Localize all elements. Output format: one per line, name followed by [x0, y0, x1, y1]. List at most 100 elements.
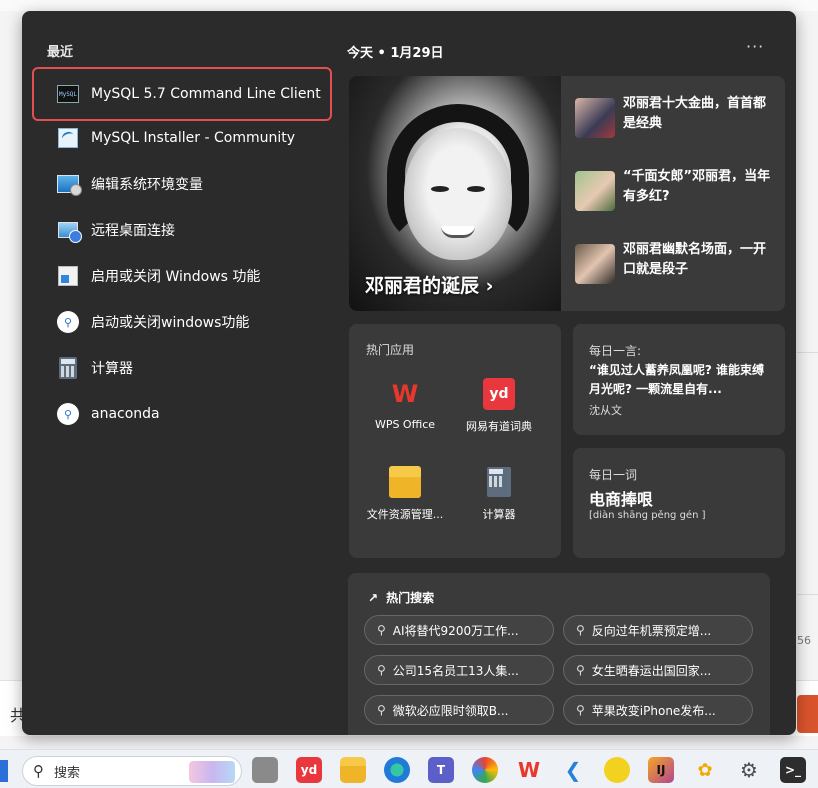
hot-search-title-label: 热门搜索	[386, 591, 435, 605]
hot-app-label: WPS Office	[374, 418, 436, 431]
recent-item-calculator[interactable]: 计算器	[47, 345, 337, 391]
background-divider	[797, 352, 818, 353]
task-view-icon[interactable]	[252, 757, 278, 783]
background-number: 56	[797, 634, 811, 647]
vscode-icon[interactable]: ❮	[560, 757, 586, 783]
news-thumbnail	[575, 98, 615, 138]
recent-item-env-variables[interactable]: 编辑系统环境变量	[47, 161, 337, 207]
news-item[interactable]: “千面女郎”邓丽君，当年有多红?	[575, 167, 775, 240]
daily-word-kicker: 每日一词	[589, 468, 638, 482]
hot-search-pill[interactable]: ⚲ 反向过年机票预定增...	[563, 615, 753, 645]
youdao-icon: yd	[483, 378, 515, 410]
hot-apps-card: 热门应用 W WPS Office yd 网易有道词典 文件资源管理... 计算…	[349, 324, 561, 558]
hot-search-pill[interactable]: ⚲ 微软必应限时领取B...	[364, 695, 554, 725]
hot-app-wps[interactable]: W WPS Office	[355, 378, 455, 431]
daily-word-text: 电商捧哏	[589, 490, 654, 509]
background-send-button[interactable]	[797, 695, 818, 733]
system-properties-icon	[57, 173, 82, 196]
recent-item-remote-desktop[interactable]: 远程桌面连接	[47, 207, 337, 253]
news-card[interactable]: 邓丽君的诞辰 › 邓丽君十大金曲，首首都是经典 “千面女郎”邓丽君，当年有多红?…	[349, 76, 785, 311]
hot-app-file-explorer[interactable]: 文件资源管理...	[355, 466, 455, 522]
search-flyout-panel: 最近 MySQL MySQL 5.7 Command Line Client M…	[22, 11, 796, 735]
hot-search-card: ↗ 热门搜索 ⚲ AI将替代9200万工作... ⚲ 反向过年机票预定增... ⚲ 公…	[348, 573, 770, 735]
taskbar-search-box[interactable]: ⚲ 搜索	[22, 756, 242, 786]
search-icon: ⚲	[377, 663, 386, 677]
recent-list: MySQL MySQL 5.7 Command Line Client MySQ…	[32, 67, 337, 437]
start-button-edge[interactable]	[0, 760, 8, 782]
trending-icon: ↗	[368, 590, 379, 605]
hot-search-pill[interactable]: ⚲ 女生晒春运出国回家...	[563, 655, 753, 685]
hero-face-shape	[404, 128, 512, 260]
news-title: 邓丽君幽默名场面，一开口就是段子	[623, 242, 767, 277]
remote-desktop-icon	[57, 219, 82, 243]
news-title: “千面女郎”邓丽君，当年有多红?	[623, 169, 771, 204]
search-icon: ⚲	[57, 403, 79, 425]
hot-app-calculator[interactable]: 计算器	[449, 466, 549, 522]
hot-search-list: ⚲ AI将替代9200万工作... ⚲ 反向过年机票预定增... ⚲ 公司15名员工1…	[364, 615, 764, 725]
recent-item-label: 远程桌面连接	[91, 223, 175, 239]
recent-item-mysql-installer[interactable]: MySQL Installer - Community	[47, 115, 337, 161]
hot-search-pill-label: 反向过年机票预定增...	[591, 623, 712, 638]
recent-item-search-anaconda[interactable]: ⚲ anaconda	[47, 391, 337, 437]
taskbar: ⚲ 搜索 yd T W ❮ IJ ✿ ⚙ >_	[0, 749, 818, 788]
news-hero-caption[interactable]: 邓丽君的诞辰 ›	[365, 271, 493, 298]
recent-item-windows-features[interactable]: 启用或关闭 Windows 功能	[47, 253, 337, 299]
recent-item-mysql-command-line[interactable]: MySQL MySQL 5.7 Command Line Client	[32, 67, 332, 121]
recent-item-label: MySQL Installer - Community	[91, 130, 296, 146]
recent-item-label: 计算器	[91, 361, 133, 377]
search-icon: ⚲	[576, 703, 585, 717]
daily-quote-card[interactable]: 每日一言: “谁见过人蓄养凤凰呢? 谁能束缚月光呢? 一颗流星自有... 沈从文	[573, 324, 785, 435]
terminal-icon[interactable]: >_	[780, 757, 806, 783]
search-icon: ⚲	[33, 762, 44, 780]
hot-app-label: 网易有道词典	[466, 420, 532, 433]
recent-item-search-windows-features[interactable]: ⚲ 启动或关闭windows功能	[47, 299, 337, 345]
jetbrains-icon[interactable]: IJ	[648, 757, 674, 783]
daily-quote-text: “谁见过人蓄养凤凰呢? 谁能束缚月光呢? 一颗流星自有...	[589, 363, 765, 396]
settings-gear-icon[interactable]: ⚙	[736, 757, 762, 783]
background-topbar	[0, 0, 818, 11]
recent-section-title: 最近	[47, 45, 74, 60]
calculator-icon	[57, 357, 79, 379]
hot-app-label: 文件资源管理...	[366, 508, 444, 521]
daily-word-pinyin: [diàn shāng pěng gén ]	[589, 510, 706, 521]
mysql-console-icon: MySQL	[57, 83, 79, 105]
hot-search-pill[interactable]: ⚲ 公司15名员工13人集...	[364, 655, 554, 685]
background-divider	[797, 594, 818, 595]
news-item[interactable]: 邓丽君幽默名场面，一开口就是段子	[575, 240, 775, 311]
folder-icon	[389, 466, 421, 498]
hot-search-pill[interactable]: ⚲ 苹果改变iPhone发布...	[563, 695, 753, 725]
news-thumbnail	[575, 244, 615, 284]
hot-search-pill-label: 微软必应限时领取B...	[392, 703, 509, 718]
hot-search-pill-label: 苹果改变iPhone发布...	[591, 703, 716, 718]
hot-search-pill-label: 女生晒春运出国回家...	[591, 663, 712, 678]
file-explorer-icon[interactable]	[340, 757, 366, 783]
more-options-button[interactable]: ···	[746, 37, 764, 56]
daily-quote-author: 沈从文	[589, 404, 622, 417]
hot-search-pill-label: 公司15名员工13人集...	[392, 663, 519, 678]
wps-icon: W	[391, 380, 419, 408]
news-hero-image[interactable]: 邓丽君的诞辰 ›	[349, 76, 561, 311]
hot-search-pill-label: AI将替代9200万工作...	[392, 623, 519, 638]
news-list: 邓丽君十大金曲，首首都是经典 “千面女郎”邓丽君，当年有多红? 邓丽君幽默名场面…	[575, 94, 775, 311]
daily-word-card[interactable]: 每日一词 电商捧哏 [diàn shāng pěng gén ]	[573, 448, 785, 558]
hot-search-pill[interactable]: ⚲ AI将替代9200万工作...	[364, 615, 554, 645]
navicat-icon[interactable]: ✿	[692, 757, 718, 783]
recent-item-label: anaconda	[91, 406, 160, 422]
recent-item-label: 编辑系统环境变量	[91, 177, 203, 193]
recent-item-label: 启用或关闭 Windows 功能	[91, 269, 261, 285]
daily-quote-kicker: 每日一言:	[589, 344, 642, 358]
app-icon-yellow[interactable]	[604, 757, 630, 783]
wps-taskbar-icon[interactable]: W	[516, 757, 542, 783]
windows-features-icon	[57, 265, 79, 287]
hot-search-title: ↗ 热门搜索	[368, 589, 434, 606]
widgets-date: 今天 • 1月29日	[347, 46, 444, 61]
edge-icon[interactable]	[384, 757, 410, 783]
browser-icon[interactable]	[472, 757, 498, 783]
recent-item-label: MySQL 5.7 Command Line Client	[91, 86, 321, 102]
mysql-installer-icon	[57, 127, 79, 149]
hot-app-youdao[interactable]: yd 网易有道词典	[449, 378, 549, 434]
recent-item-label: 启动或关闭windows功能	[91, 315, 250, 331]
teams-icon[interactable]: T	[428, 757, 454, 783]
youdao-taskbar-icon[interactable]: yd	[296, 757, 322, 783]
news-item[interactable]: 邓丽君十大金曲，首首都是经典	[575, 94, 775, 167]
